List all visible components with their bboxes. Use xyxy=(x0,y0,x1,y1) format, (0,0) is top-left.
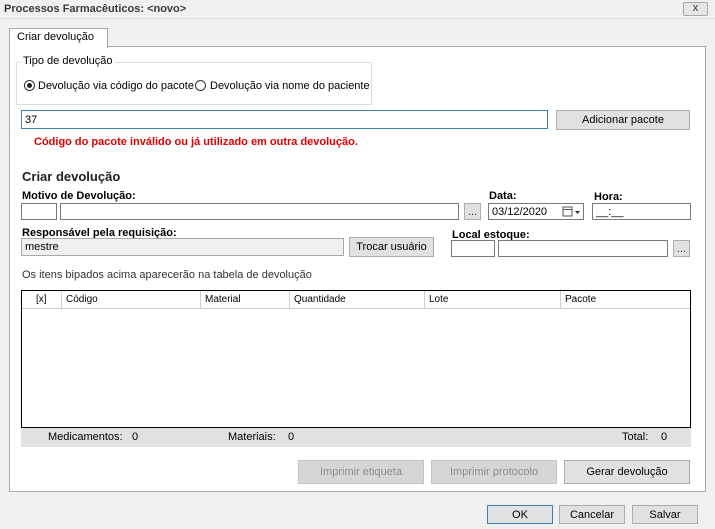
cancelar-button[interactable]: Cancelar xyxy=(559,505,625,524)
motivo-browse-button[interactable]: ... xyxy=(464,203,481,220)
column-header-lote[interactable]: Lote xyxy=(425,291,561,309)
medicamentos-count: 0 xyxy=(132,431,139,443)
motivo-description-input[interactable] xyxy=(60,203,459,220)
calendar-dropdown-icon[interactable] xyxy=(562,206,582,218)
column-header-select[interactable]: [x] xyxy=(22,291,62,309)
pacote-input[interactable] xyxy=(21,110,548,129)
imprimir-protocolo-button[interactable]: Imprimir protocolo xyxy=(431,460,557,484)
table-hint: Os itens bipados acima aparecerão na tab… xyxy=(22,269,312,281)
summary-bar: Medicamentos: 0 Materiais: 0 Total: 0 xyxy=(21,428,691,447)
pacote-error-message: Código do pacote inválido ou já utilizad… xyxy=(34,136,358,148)
radio-codigo-pacote-label[interactable]: Devolução via código do pacote xyxy=(38,80,194,92)
local-estoque-description-input[interactable] xyxy=(498,240,668,257)
motivo-code-input[interactable] xyxy=(21,203,57,220)
hora-input[interactable] xyxy=(592,203,691,220)
data-value: 03/12/2020 xyxy=(492,206,548,218)
column-header-codigo[interactable]: Código xyxy=(62,291,201,309)
tab-criar-devolucao[interactable]: Criar devolução xyxy=(9,28,108,48)
radio-nome-paciente[interactable] xyxy=(195,80,206,91)
trocar-usuario-button[interactable]: Trocar usuário xyxy=(349,237,434,257)
window-title: Processos Farmacêuticos: <novo> xyxy=(4,3,187,15)
gerar-devolucao-button[interactable]: Gerar devolução xyxy=(564,460,690,484)
motivo-label: Motivo de Devolução: xyxy=(22,190,136,202)
responsavel-value: mestre xyxy=(25,241,59,253)
column-header-pacote[interactable]: Pacote xyxy=(561,291,690,309)
close-button[interactable]: x xyxy=(683,2,708,16)
data-picker[interactable]: 03/12/2020 xyxy=(488,203,584,220)
total-count: 0 xyxy=(661,431,668,443)
tipo-devolucao-legend: Tipo de devolução xyxy=(21,55,115,67)
local-estoque-browse-button[interactable]: ... xyxy=(673,240,690,257)
adicionar-pacote-button[interactable]: Adicionar pacote xyxy=(556,110,690,130)
salvar-button[interactable]: Salvar xyxy=(632,505,698,524)
close-icon: x xyxy=(692,2,699,14)
title-bar: Processos Farmacêuticos: <novo> x xyxy=(0,0,715,19)
imprimir-etiqueta-button[interactable]: Imprimir etiqueta xyxy=(298,460,424,484)
materiais-count: 0 xyxy=(288,431,295,443)
column-header-material[interactable]: Material xyxy=(201,291,290,309)
radio-codigo-pacote[interactable] xyxy=(24,80,35,91)
local-estoque-code-input[interactable] xyxy=(451,240,495,257)
materiais-label: Materiais: xyxy=(228,431,276,443)
total-label: Total: xyxy=(622,431,649,443)
radio-nome-paciente-label[interactable]: Devolução via nome do paciente xyxy=(210,80,370,92)
devolucao-table[interactable]: [x] Código Material Quantidade Lote Paco… xyxy=(21,290,691,428)
column-header-quantidade[interactable]: Quantidade xyxy=(290,291,425,309)
medicamentos-label: Medicamentos: xyxy=(48,431,123,443)
section-title: Criar devolução xyxy=(22,169,121,184)
hora-label: Hora: xyxy=(594,191,623,203)
table-header: [x] Código Material Quantidade Lote Paco… xyxy=(22,291,690,309)
responsavel-field: mestre xyxy=(21,238,344,256)
ok-button[interactable]: OK xyxy=(487,505,553,524)
data-label: Data: xyxy=(489,190,517,202)
